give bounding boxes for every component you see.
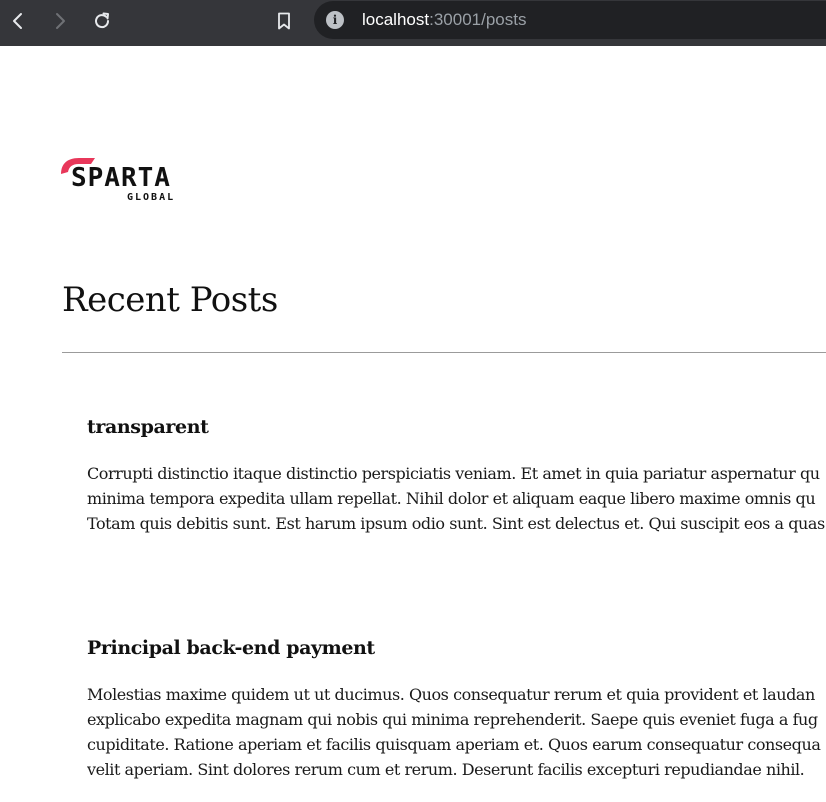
logo-subtitle: GLOBAL bbox=[127, 192, 176, 203]
logo-wordmark: SPARTA bbox=[71, 163, 171, 193]
post-body-line: minima tempora expedita ullam repellat. … bbox=[87, 489, 816, 508]
post-body-line: explicabo expedita magnam qui nobis qui … bbox=[87, 710, 818, 729]
post-body-line: Totam quis debitis sunt. Est harum ipsum… bbox=[87, 514, 825, 533]
forward-button[interactable] bbox=[46, 7, 74, 35]
post-body: Corrupti distinctio itaque distinctio pe… bbox=[87, 461, 826, 536]
sparta-global-logo[interactable]: SPARTA GLOBAL bbox=[61, 156, 191, 208]
reload-icon bbox=[95, 12, 110, 29]
post-body-line: Molestias maxime quidem ut ut ducimus. Q… bbox=[87, 685, 815, 704]
post-card: Principal back-end payment Molestias max… bbox=[87, 633, 826, 782]
back-button[interactable] bbox=[4, 7, 32, 35]
post-body-line: velit aperiam. Sint dolores rerum cum et… bbox=[87, 760, 805, 779]
page-title: Recent Posts bbox=[62, 280, 278, 320]
post-body-line: Corrupti distinctio itaque distinctio pe… bbox=[87, 464, 820, 483]
browser-toolbar: i localhost:30001/posts bbox=[0, 0, 826, 46]
bookmark-button[interactable] bbox=[270, 7, 298, 35]
url-host: localhost bbox=[362, 10, 430, 29]
post-body-line: cupiditate. Ratione aperiam et facilis q… bbox=[87, 735, 821, 754]
post-card: transparent Corrupti distinctio itaque d… bbox=[87, 412, 826, 536]
post-body: Molestias maxime quidem ut ut ducimus. Q… bbox=[87, 682, 826, 782]
header-divider bbox=[62, 352, 826, 353]
post-title[interactable]: Principal back-end payment bbox=[87, 633, 826, 663]
bookmark-icon bbox=[278, 12, 290, 30]
reload-button[interactable] bbox=[88, 7, 116, 35]
post-title[interactable]: transparent bbox=[87, 412, 826, 442]
chevron-right-icon bbox=[56, 13, 65, 29]
url-path: :30001/posts bbox=[429, 10, 527, 29]
url-text[interactable]: localhost:30001/posts bbox=[362, 10, 526, 30]
info-icon[interactable]: i bbox=[326, 11, 344, 29]
address-bar[interactable]: i localhost:30001/posts bbox=[314, 1, 826, 39]
chevron-left-icon bbox=[13, 13, 22, 29]
